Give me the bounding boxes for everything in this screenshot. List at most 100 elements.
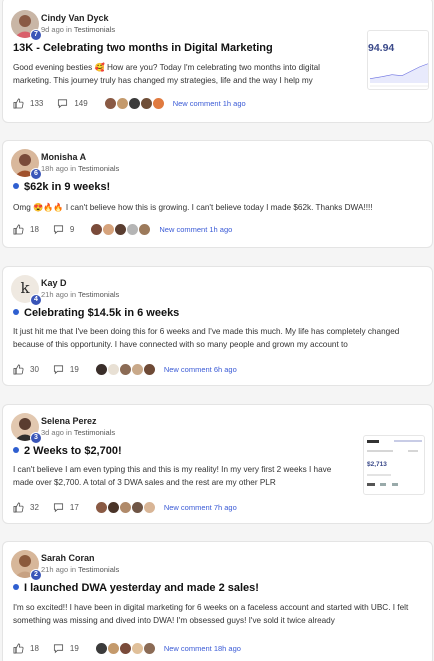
post-title-text: $62k in 9 weeks! (24, 181, 111, 193)
thumbs-up-icon[interactable] (13, 364, 24, 375)
post-footer: 18 19 New comment 18h ago (13, 640, 241, 656)
new-comment-link[interactable]: New comment 7h ago (164, 503, 237, 512)
commenter-avatar (118, 500, 132, 514)
post-footer: 32 17 New comment 7h ago (13, 499, 237, 515)
commenter-avatar (106, 641, 120, 655)
comment-count: 17 (69, 502, 79, 512)
post-footer: 133 149 New comment 1h ago (13, 95, 246, 111)
thumbnail-chart (369, 63, 428, 87)
comment-bubble-icon[interactable] (53, 502, 64, 513)
unread-dot (13, 447, 19, 453)
commenter-avatar (130, 500, 144, 514)
post-card[interactable]: 3 Selena Perez 3d ago in Testimonials 2 … (2, 404, 433, 524)
post-time: 21h ago (41, 290, 69, 299)
commenter-avatar (118, 641, 132, 655)
thumbs-up-icon[interactable] (13, 643, 24, 654)
post-title[interactable]: 2 Weeks to $2,700! (13, 445, 122, 457)
post-title[interactable]: $62k in 9 weeks! (13, 181, 110, 193)
comment-bubble-icon[interactable] (53, 643, 64, 654)
commenter-avatars[interactable] (94, 362, 156, 376)
comment-count: 19 (69, 643, 79, 653)
post-meta: 3d ago in Testimonials (41, 428, 115, 437)
author-name[interactable]: Sarah Coran (41, 553, 95, 563)
in-label: in (70, 565, 77, 574)
commenter-avatar (94, 641, 108, 655)
post-footer: 30 19 New comment 6h ago (13, 361, 237, 377)
post-card[interactable]: 6 Monisha A 18h ago in Testimonials $62k… (2, 140, 433, 248)
new-comment-link[interactable]: New comment 6h ago (164, 365, 237, 374)
author-name[interactable]: Monisha A (41, 152, 86, 162)
new-comment-link[interactable]: New comment 1h ago (173, 99, 246, 108)
commenter-avatars[interactable] (103, 96, 165, 110)
category-link[interactable]: Testimonials (78, 290, 119, 299)
comment-bubble-icon[interactable] (53, 224, 64, 235)
new-comment-link[interactable]: New comment 18h ago (164, 644, 241, 653)
commenter-avatar (130, 362, 144, 376)
thumbnail-amount: $2,713 (367, 461, 387, 468)
in-label: in (66, 25, 72, 34)
author-name[interactable]: Selena Perez (41, 416, 97, 426)
commenter-avatar (94, 500, 108, 514)
post-meta: 9d ago in Testimonials (41, 25, 115, 34)
post-time: 3d ago (41, 428, 64, 437)
post-title[interactable]: 13K - Celebrating two months in Digital … (13, 42, 273, 54)
comment-count: 9 (69, 224, 75, 234)
author-avatar[interactable]: k 4 (11, 275, 42, 306)
author-name[interactable]: Kay D (41, 278, 67, 288)
commenter-avatar (142, 641, 156, 655)
thumbs-up-icon[interactable] (13, 502, 24, 513)
commenter-avatar (151, 96, 165, 110)
author-avatar[interactable]: 3 (11, 413, 42, 444)
commenter-avatar (118, 362, 132, 376)
post-meta: 18h ago in Testimonials (41, 164, 119, 173)
post-time: 21h ago (41, 565, 69, 574)
like-count: 30 (30, 364, 39, 374)
post-card[interactable]: 2 Sarah Coran 21h ago in Testimonials I … (2, 541, 433, 661)
thumbs-up-icon[interactable] (13, 224, 24, 235)
post-footer: 18 9 New comment 1h ago (13, 221, 232, 237)
new-comment-link[interactable]: New comment 1h ago (159, 225, 232, 234)
post-title[interactable]: Celebrating $14.5k in 6 weeks (13, 307, 179, 319)
commenter-avatar (142, 500, 156, 514)
comment-bubble-icon[interactable] (53, 364, 64, 375)
post-card[interactable]: 7 Cindy Van Dyck 9d ago in Testimonials … (2, 0, 433, 123)
commenter-avatars[interactable] (94, 641, 156, 655)
post-meta: 21h ago in Testimonials (41, 565, 119, 574)
comment-bubble-icon[interactable] (57, 98, 68, 109)
like-count: 133 (30, 98, 44, 108)
commenter-avatar (139, 96, 153, 110)
commenter-avatar (106, 500, 120, 514)
commenter-avatar (127, 96, 141, 110)
commenter-avatar (115, 96, 129, 110)
post-title[interactable]: I launched DWA yesterday and made 2 sale… (13, 582, 259, 594)
like-count: 32 (30, 502, 39, 512)
category-link[interactable]: Testimonials (74, 428, 115, 437)
in-label: in (66, 428, 72, 437)
commenter-avatar (106, 362, 120, 376)
post-time: 18h ago (41, 164, 69, 173)
commenter-avatars[interactable] (94, 500, 156, 514)
author-avatar[interactable]: 2 (11, 550, 42, 581)
category-link[interactable]: Testimonials (78, 565, 119, 574)
category-link[interactable]: Testimonials (74, 25, 115, 34)
commenter-avatar (103, 96, 117, 110)
commenter-avatar (94, 362, 108, 376)
post-title-text: Celebrating $14.5k in 6 weeks (24, 307, 180, 319)
post-excerpt: It just hit me that I've been doing this… (13, 327, 400, 349)
post-card[interactable]: k 4 Kay D 21h ago in Testimonials Celebr… (2, 266, 433, 386)
post-thumbnail[interactable]: 94.94 (367, 30, 429, 90)
commenter-avatar (142, 362, 156, 376)
post-thumbnail[interactable]: $2,713 (363, 435, 425, 495)
post-title-text: 2 Weeks to $2,700! (24, 445, 122, 457)
thumbs-up-icon[interactable] (13, 98, 24, 109)
author-avatar[interactable]: 7 (11, 10, 42, 41)
unread-dot (13, 584, 19, 590)
post-excerpt: Good evening besties 🥰 How are you? Toda… (13, 63, 320, 85)
post-title-text: I launched DWA yesterday and made 2 sale… (24, 582, 259, 594)
in-label: in (70, 290, 77, 299)
category-link[interactable]: Testimonials (78, 164, 119, 173)
author-avatar[interactable]: 6 (11, 149, 42, 180)
commenter-avatars[interactable] (90, 222, 152, 236)
in-label: in (70, 164, 77, 173)
author-name[interactable]: Cindy Van Dyck (41, 13, 109, 23)
